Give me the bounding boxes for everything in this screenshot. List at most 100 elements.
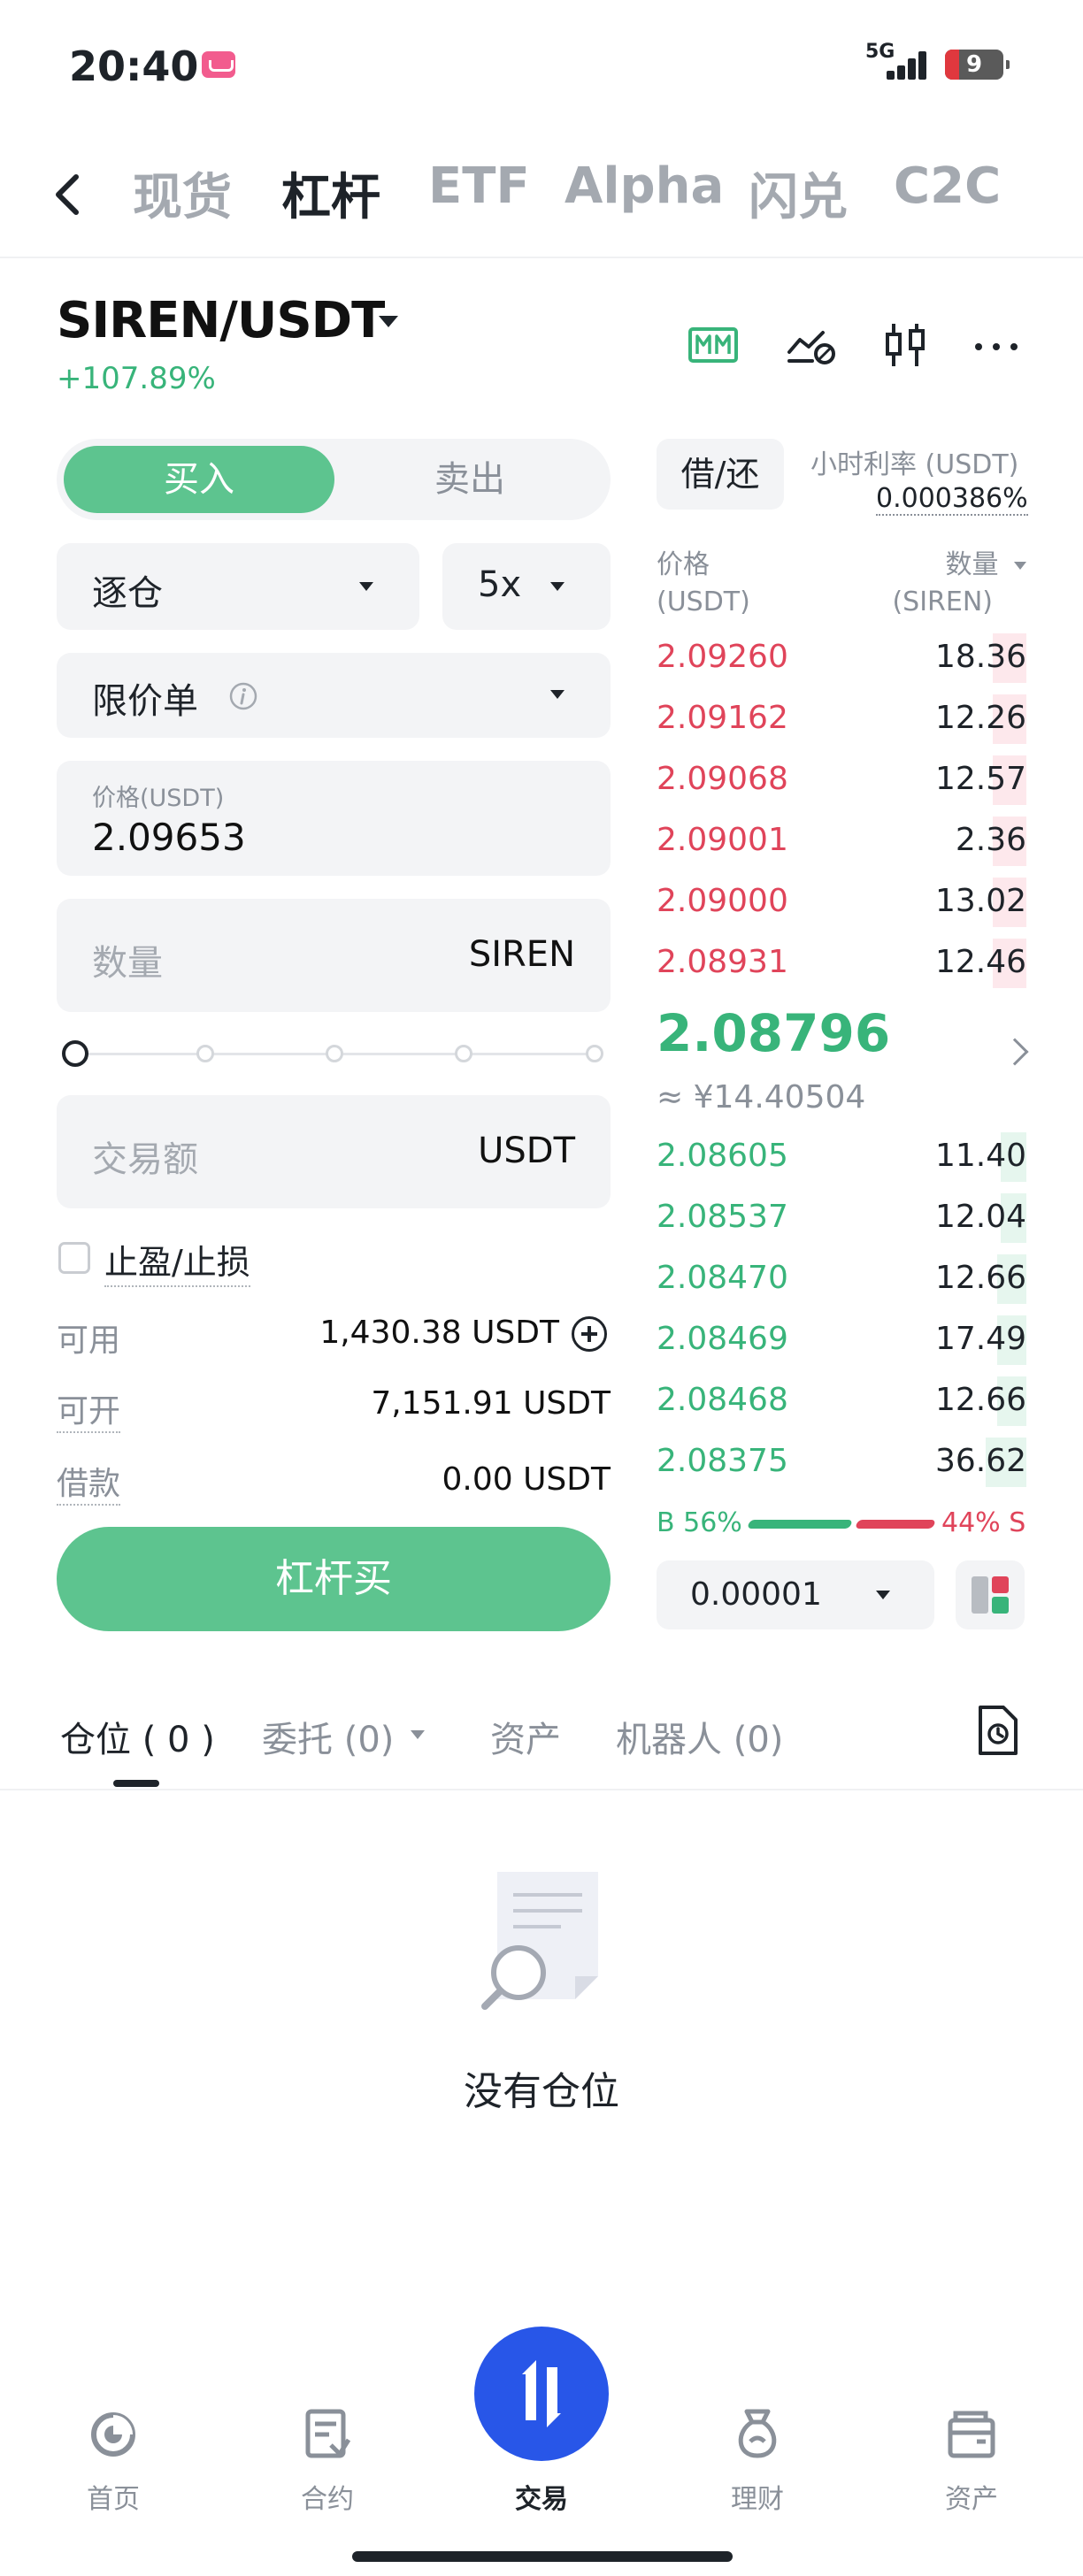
bid-row[interactable]: 2.08537 12.04: [657, 1190, 1026, 1245]
bid-price: 2.08469: [657, 1321, 788, 1357]
futures-icon[interactable]: [301, 2408, 354, 2461]
hourly-rate-value[interactable]: 0.000386%: [876, 483, 1028, 516]
nav-divider: [0, 257, 1083, 258]
ask-price: 2.09000: [657, 883, 788, 919]
ask-row[interactable]: 2.09260 18.36: [657, 630, 1026, 685]
slider-tick-100[interactable]: [586, 1045, 603, 1062]
nav-earn-label[interactable]: 理财: [695, 2477, 819, 2516]
qty-column-header[interactable]: 数量 (SIREN): [892, 547, 1026, 621]
tab-convert[interactable]: 闪兑: [749, 157, 848, 229]
total-input[interactable]: 交易额 USDT: [57, 1095, 611, 1208]
app-notification-icon: [202, 51, 235, 78]
ask-price: 2.09162: [657, 700, 788, 736]
trade-icon: [522, 2360, 561, 2427]
market-maker-icon[interactable]: [687, 318, 740, 372]
qty-header-unit: (SIREN): [892, 586, 993, 617]
home-icon[interactable]: [87, 2408, 140, 2461]
bid-price: 2.08468: [657, 1382, 788, 1418]
chevron-down-icon: [550, 582, 565, 591]
ask-quantity: 13.02: [934, 883, 1026, 919]
bid-quantity: 12.66: [934, 1382, 1026, 1418]
chevron-down-icon: [550, 690, 565, 699]
nav-assets-label[interactable]: 资产: [910, 2477, 1033, 2516]
nav-home-label[interactable]: 首页: [51, 2477, 175, 2516]
tab-etf[interactable]: ETF: [428, 157, 530, 215]
transfer-plus-icon[interactable]: [572, 1316, 607, 1352]
info-icon[interactable]: [228, 681, 258, 711]
loan-value: 0.00 USDT: [442, 1461, 611, 1498]
bid-price: 2.08375: [657, 1443, 788, 1479]
bid-price: 2.08537: [657, 1199, 788, 1235]
leverage-select[interactable]: 5x: [442, 543, 611, 630]
pair-symbol[interactable]: SIREN/USDT: [57, 292, 385, 349]
price-alert-icon[interactable]: [786, 318, 839, 372]
empty-state-text: 没有仓位: [464, 2069, 619, 2114]
buy-ratio-bar: [747, 1520, 853, 1529]
wallet-icon[interactable]: [945, 2408, 998, 2461]
back-icon[interactable]: [50, 168, 85, 221]
ask-price: 2.08931: [657, 944, 788, 980]
slider-handle[interactable]: [62, 1040, 88, 1067]
battery-level: 9: [965, 51, 983, 78]
price-column-header: 价格 (USDT): [657, 547, 750, 621]
tpsl-checkbox[interactable]: [58, 1242, 90, 1274]
tab-margin[interactable]: 杠杆: [281, 157, 380, 229]
last-price: 2.08796: [657, 1003, 891, 1063]
sell-ratio: 44% S: [941, 1507, 1026, 1538]
qty-header-label: 数量: [945, 549, 999, 580]
tab-open-orders[interactable]: 委托 (0): [262, 1711, 394, 1762]
price-input-label: 价格(USDT): [92, 785, 225, 812]
total-unit: USDT: [478, 1131, 575, 1171]
book-layout-button[interactable]: [956, 1560, 1025, 1629]
orders-dropdown-icon[interactable]: [411, 1730, 425, 1739]
tab-spot[interactable]: 现货: [133, 157, 232, 229]
tab-c2c[interactable]: C2C: [894, 157, 1001, 215]
available-label: 可用: [57, 1322, 121, 1359]
quantity-input[interactable]: 数量 SIREN: [57, 899, 611, 1012]
ask-row[interactable]: 2.09000 13.02: [657, 874, 1026, 929]
margin-mode-select[interactable]: 逐仓: [57, 543, 419, 630]
tab-alpha[interactable]: Alpha: [565, 157, 724, 215]
bid-row[interactable]: 2.08470 12.66: [657, 1251, 1026, 1306]
empty-document-icon: [481, 1872, 598, 2010]
bid-row[interactable]: 2.08375 36.62: [657, 1434, 1026, 1489]
order-history-icon[interactable]: [973, 1704, 1023, 1757]
more-options-icon[interactable]: [970, 318, 1023, 372]
ask-quantity: 12.46: [934, 944, 1026, 980]
bid-row[interactable]: 2.08469 17.49: [657, 1312, 1026, 1367]
tab-positions[interactable]: 仓位 ( 0 ): [60, 1711, 215, 1762]
ask-row[interactable]: 2.09001 2.36: [657, 813, 1026, 868]
chevron-right-icon[interactable]: [1001, 1038, 1029, 1066]
trade-button[interactable]: [474, 2327, 609, 2461]
order-type-select[interactable]: 限价单: [57, 653, 611, 738]
signal-icon: [867, 50, 929, 80]
ask-quantity: 12.57: [934, 761, 1026, 797]
pair-dropdown-icon[interactable]: [379, 316, 398, 327]
slider-tick-50[interactable]: [326, 1045, 343, 1062]
slider-tick-75[interactable]: [455, 1045, 472, 1062]
precision-value: 0.00001: [690, 1576, 822, 1613]
earn-icon[interactable]: [731, 2408, 784, 2461]
sell-tab[interactable]: 卖出: [334, 446, 605, 513]
tpsl-label[interactable]: 止盈/止损: [104, 1235, 250, 1287]
margin-buy-button[interactable]: 杠杆买: [57, 1527, 611, 1631]
bid-row[interactable]: 2.08468 12.66: [657, 1373, 1026, 1428]
margin-mode-value: 逐仓: [92, 573, 163, 614]
tab-assets[interactable]: 资产: [490, 1711, 561, 1762]
bid-quantity: 12.66: [934, 1260, 1026, 1296]
price-input[interactable]: 价格(USDT) 2.09653: [57, 761, 611, 876]
nav-trade-label[interactable]: 交易: [480, 2477, 603, 2516]
slider-tick-25[interactable]: [196, 1045, 214, 1062]
bid-price: 2.08470: [657, 1260, 788, 1296]
candlestick-chart-icon[interactable]: [879, 318, 933, 372]
ask-row[interactable]: 2.09162 12.26: [657, 691, 1026, 746]
borrow-repay-button[interactable]: 借/还: [657, 439, 784, 510]
nav-futures-label[interactable]: 合约: [265, 2477, 389, 2516]
chevron-down-icon: [359, 582, 373, 591]
pair-change: +107.89%: [57, 361, 216, 396]
tab-bots[interactable]: 机器人 (0): [616, 1711, 783, 1762]
bid-row[interactable]: 2.08605 11.40: [657, 1129, 1026, 1184]
ask-row[interactable]: 2.08931 12.46: [657, 935, 1026, 990]
buy-tab[interactable]: 买入: [64, 446, 334, 513]
ask-row[interactable]: 2.09068 12.57: [657, 752, 1026, 807]
